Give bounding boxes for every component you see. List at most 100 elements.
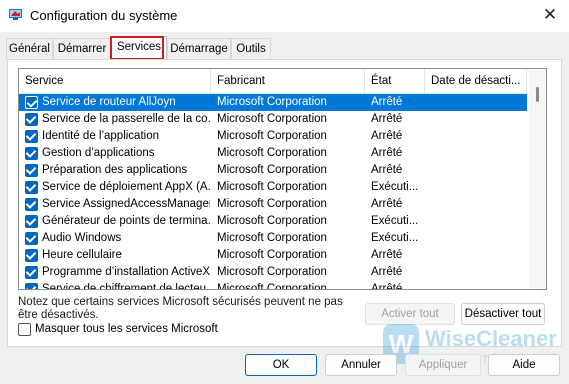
service-row[interactable]: Identité de l’application Microsoft Corpo… xyxy=(19,128,527,145)
tab-general[interactable]: Général xyxy=(6,38,53,59)
service-name: Service de la passerelle de la co... xyxy=(42,113,210,125)
service-name: Service AssignedAccessManager xyxy=(42,198,210,210)
service-checkbox[interactable] xyxy=(25,181,38,194)
service-disable-date xyxy=(431,264,527,281)
service-disable-date xyxy=(431,94,527,111)
service-maker: Microsoft Corporation xyxy=(217,164,327,176)
service-maker: Microsoft Corporation xyxy=(217,96,327,108)
service-checkbox[interactable] xyxy=(25,215,38,228)
service-maker: Microsoft Corporation xyxy=(217,130,327,142)
service-row[interactable]: Service AssignedAccessManager Microsoft C… xyxy=(19,196,527,213)
service-maker: Microsoft Corporation xyxy=(217,283,327,290)
service-disable-date xyxy=(431,179,527,196)
service-row[interactable]: Générateur de points de termina... Micros… xyxy=(19,213,527,230)
service-row[interactable]: Programme d’installation ActiveX... Micro… xyxy=(19,264,527,281)
watermark-name: WiseCleaner xyxy=(425,326,557,351)
service-row[interactable]: Service de chiffrement de lecteu... Micro… xyxy=(19,281,527,290)
service-maker: Microsoft Corporation xyxy=(217,198,327,210)
service-state: Arrêté xyxy=(371,113,403,125)
service-checkbox[interactable] xyxy=(25,113,38,126)
service-maker: Microsoft Corporation xyxy=(217,266,327,278)
column-header-etat[interactable]: État xyxy=(365,69,425,93)
service-checkbox[interactable] xyxy=(25,266,38,279)
service-maker: Microsoft Corporation xyxy=(217,181,327,193)
note-text: Notez que certains services Microsoft sé… xyxy=(18,296,343,321)
service-name: Identité de l’application xyxy=(42,130,159,142)
tab-demarrer[interactable]: Démarrer xyxy=(53,38,111,59)
service-disable-date xyxy=(431,247,527,264)
list-header: Service Fabricant État Date de désacti..… xyxy=(19,69,527,94)
services-tab-highlight xyxy=(110,36,164,60)
service-maker: Microsoft Corporation xyxy=(217,113,327,125)
apply-button[interactable]: Appliquer xyxy=(405,354,481,376)
ok-button[interactable]: OK xyxy=(245,354,317,376)
service-row[interactable]: Audio Windows Microsoft Corporation Exécut… xyxy=(19,230,527,247)
service-row[interactable]: Heure cellulaire Microsoft Corporation Arr… xyxy=(19,247,527,264)
service-checkbox[interactable] xyxy=(25,96,38,109)
service-state: Exécuti... xyxy=(371,215,419,227)
service-maker: Microsoft Corporation xyxy=(217,147,327,159)
column-header-fabricant[interactable]: Fabricant xyxy=(211,69,365,93)
service-name: Service de déploiement AppX (A... xyxy=(42,181,210,193)
services-list[interactable]: Service Fabricant État Date de désacti..… xyxy=(18,68,547,290)
service-disable-date xyxy=(431,145,527,162)
title-bar: Configuration du système ✕ xyxy=(0,0,569,32)
service-state: Arrêté xyxy=(371,164,403,176)
service-state: Exécuti... xyxy=(371,181,419,193)
service-row[interactable]: Service de la passerelle de la co... Micr… xyxy=(19,111,527,128)
service-disable-date xyxy=(431,162,527,179)
service-name: Préparation des applications xyxy=(42,164,188,176)
enable-all-button[interactable]: Activer tout xyxy=(365,303,455,325)
service-state: Arrêté xyxy=(371,147,403,159)
service-maker: Microsoft Corporation xyxy=(217,249,327,261)
service-state: Arrêté xyxy=(371,283,403,290)
service-state: Arrêté xyxy=(371,249,403,261)
service-name: Service de routeur AllJoyn xyxy=(42,96,176,108)
service-state: Arrêté xyxy=(371,198,403,210)
help-button[interactable]: Aide xyxy=(488,354,560,376)
service-name: Gestion d’applications xyxy=(42,147,155,159)
service-name: Heure cellulaire xyxy=(42,249,122,261)
service-state: Arrêté xyxy=(371,96,403,108)
service-checkbox[interactable] xyxy=(25,130,38,143)
cancel-button[interactable]: Annuler xyxy=(325,354,397,376)
service-disable-date xyxy=(431,230,527,247)
service-disable-date xyxy=(431,111,527,128)
service-state: Exécuti... xyxy=(371,232,419,244)
service-state: Arrêté xyxy=(371,130,403,142)
service-checkbox[interactable] xyxy=(25,147,38,160)
service-row[interactable]: Service de routeur AllJoyn Microsoft Corp… xyxy=(19,94,527,111)
service-disable-date xyxy=(431,281,527,289)
service-name: Service de chiffrement de lecteu... xyxy=(42,283,210,290)
hide-microsoft-services-label[interactable]: Masquer tous les services Microsoft xyxy=(35,323,218,335)
column-header-service[interactable]: Service xyxy=(19,69,211,93)
tab-demarrage[interactable]: Démarrage xyxy=(167,38,231,59)
msconfig-icon xyxy=(9,9,22,20)
service-checkbox[interactable] xyxy=(25,249,38,262)
service-name: Générateur de points de termina... xyxy=(42,215,210,227)
service-checkbox[interactable] xyxy=(25,164,38,177)
close-button[interactable]: ✕ xyxy=(531,0,569,30)
scrollbar-thumb[interactable] xyxy=(536,87,539,102)
hide-microsoft-services-checkbox[interactable] xyxy=(18,323,31,336)
service-checkbox[interactable] xyxy=(25,232,38,245)
service-state: Arrêté xyxy=(371,266,403,278)
window-title: Configuration du système xyxy=(30,8,178,23)
service-disable-date xyxy=(431,213,527,230)
system-configuration-window: Configuration du système ✕ Général Démar… xyxy=(0,0,569,384)
service-row[interactable]: Service de déploiement AppX (A... Microso… xyxy=(19,179,527,196)
service-name: Audio Windows xyxy=(42,232,122,244)
service-checkbox[interactable] xyxy=(25,198,38,211)
disable-all-button[interactable]: Désactiver tout xyxy=(461,303,545,325)
service-name: Programme d’installation ActiveX... xyxy=(42,266,210,278)
service-row[interactable]: Gestion d’applications Microsoft Corporat… xyxy=(19,145,527,162)
service-maker: Microsoft Corporation xyxy=(217,232,327,244)
vertical-scrollbar[interactable] xyxy=(529,69,546,289)
service-maker: Microsoft Corporation xyxy=(217,215,327,227)
service-checkbox[interactable] xyxy=(25,283,38,289)
close-icon: ✕ xyxy=(542,5,558,24)
service-row[interactable]: Préparation des applications Microsoft Co… xyxy=(19,162,527,179)
service-disable-date xyxy=(431,196,527,213)
tab-outils[interactable]: Outils xyxy=(231,38,271,59)
column-header-date[interactable]: Date de désacti... xyxy=(425,69,527,93)
